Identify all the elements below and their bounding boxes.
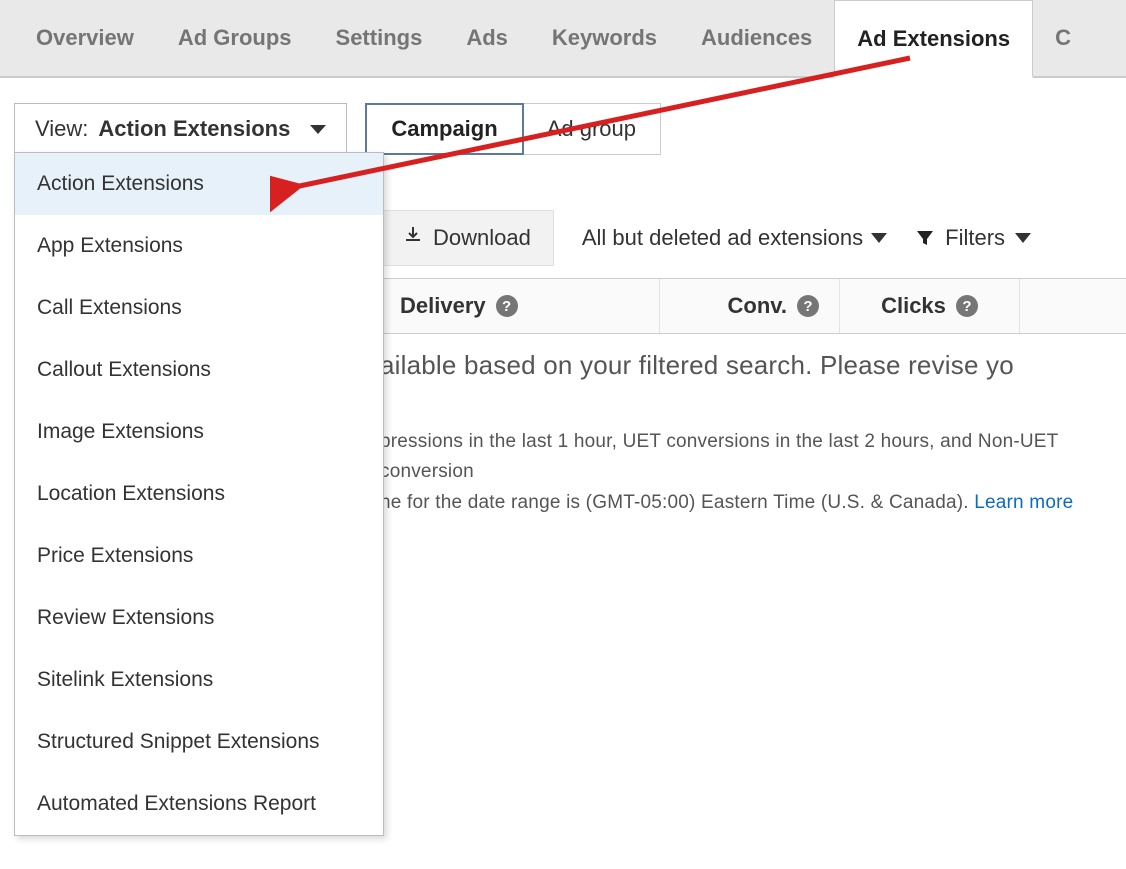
dropdown-item-review-extensions[interactable]: Review Extensions <box>15 587 383 649</box>
dropdown-item-callout-extensions[interactable]: Callout Extensions <box>15 339 383 401</box>
status-filter-dropdown[interactable]: All but deleted ad extensions <box>582 225 887 251</box>
filters-button[interactable]: Filters <box>915 225 1031 251</box>
tab-ad-groups[interactable]: Ad Groups <box>156 0 314 76</box>
help-icon[interactable]: ? <box>797 295 819 317</box>
dropdown-item-sitelink-extensions[interactable]: Sitelink Extensions <box>15 649 383 711</box>
funnel-icon <box>915 228 935 248</box>
empty-state-title: ailable based on your filtered search. P… <box>380 350 1126 381</box>
download-button[interactable]: Download <box>380 210 554 266</box>
tab-overview[interactable]: Overview <box>14 0 156 76</box>
col-clicks-label: Clicks <box>881 293 946 319</box>
dropdown-item-location-extensions[interactable]: Location Extensions <box>15 463 383 525</box>
dropdown-item-image-extensions[interactable]: Image Extensions <box>15 401 383 463</box>
caret-down-icon <box>1015 233 1031 243</box>
download-icon <box>403 225 423 251</box>
col-delivery[interactable]: Delivery ? <box>380 279 660 333</box>
toolbar-row: Download All but deleted ad extensions F… <box>380 210 1031 266</box>
view-label: View: <box>35 116 88 142</box>
tab-audiences[interactable]: Audiences <box>679 0 834 76</box>
status-filter-label: All but deleted ad extensions <box>582 225 863 251</box>
tab-ads[interactable]: Ads <box>444 0 530 76</box>
caret-down-icon <box>871 233 887 243</box>
tab-partial[interactable]: C <box>1033 0 1075 76</box>
empty-state: ailable based on your filtered search. P… <box>380 350 1126 518</box>
col-partial <box>1020 279 1060 333</box>
help-icon[interactable]: ? <box>496 295 518 317</box>
dropdown-item-action-extensions[interactable]: Action Extensions <box>15 153 383 215</box>
caret-down-icon <box>310 125 326 134</box>
dropdown-item-automated-extensions-report[interactable]: Automated Extensions Report <box>15 773 383 835</box>
dropdown-item-app-extensions[interactable]: App Extensions <box>15 215 383 277</box>
tab-keywords[interactable]: Keywords <box>530 0 679 76</box>
view-dropdown-menu: Action Extensions App Extensions Call Ex… <box>14 152 384 836</box>
learn-more-link[interactable]: Learn more <box>974 492 1073 513</box>
empty-state-line1: pressions in the last 1 hour, UET conver… <box>380 427 1126 488</box>
help-icon[interactable]: ? <box>956 295 978 317</box>
tab-ad-extensions[interactable]: Ad Extensions <box>834 0 1033 78</box>
view-value: Action Extensions <box>98 116 290 142</box>
scope-adgroup-button[interactable]: Ad group <box>523 104 660 154</box>
dropdown-item-price-extensions[interactable]: Price Extensions <box>15 525 383 587</box>
view-dropdown[interactable]: View: Action Extensions <box>14 103 347 155</box>
main-tabs: Overview Ad Groups Settings Ads Keywords… <box>0 0 1126 78</box>
col-conv-label: Conv. <box>728 293 787 319</box>
scope-group: Campaign Ad group <box>365 103 661 155</box>
download-label: Download <box>433 225 531 251</box>
scope-campaign-button[interactable]: Campaign <box>365 103 523 155</box>
table-header: Delivery ? Conv. ? Clicks ? <box>380 278 1126 334</box>
col-delivery-label: Delivery <box>400 293 486 319</box>
controls-row: View: Action Extensions Campaign Ad grou… <box>0 78 1126 158</box>
dropdown-item-structured-snippet-extensions[interactable]: Structured Snippet Extensions <box>15 711 383 773</box>
filters-label: Filters <box>945 225 1005 251</box>
col-conv[interactable]: Conv. ? <box>660 279 840 333</box>
empty-state-line2: ne for the date range is (GMT-05:00) Eas… <box>380 492 974 513</box>
col-clicks[interactable]: Clicks ? <box>840 279 1020 333</box>
dropdown-item-call-extensions[interactable]: Call Extensions <box>15 277 383 339</box>
tab-settings[interactable]: Settings <box>314 0 445 76</box>
